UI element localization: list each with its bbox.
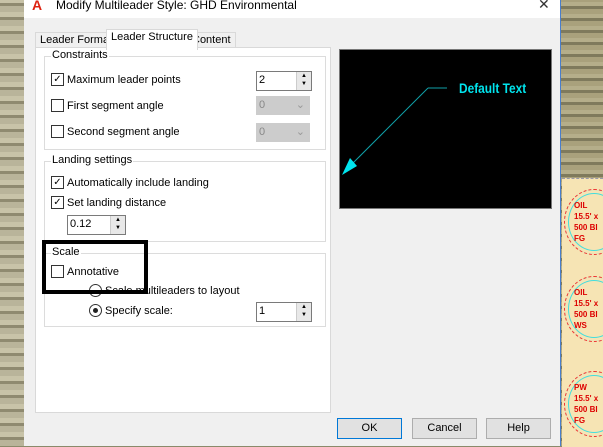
- group-label: Landing settings: [51, 154, 134, 166]
- second-segment-angle-dropdown[interactable]: 0 ⌄: [256, 123, 310, 142]
- leader-arrow-icon: [342, 87, 447, 175]
- second-segment-angle-checkbox[interactable]: Second segment angle: [51, 125, 180, 138]
- first-segment-angle-checkbox[interactable]: First segment angle: [51, 99, 164, 112]
- tab-panel: Constraints ✓ Maximum leader points 2 ▲ ▼ F…: [35, 47, 331, 413]
- preview-text: Default Text: [459, 80, 527, 96]
- map-tank: OIL 15.5' x 500 BI FG: [564, 189, 603, 255]
- title-bar: A Modify Multileader Style: GHD Environm…: [24, 0, 560, 18]
- label: First segment angle: [67, 99, 164, 112]
- label: Set landing distance: [67, 196, 167, 209]
- map-tank: PW 15.5' x 500 BI FG: [564, 371, 603, 437]
- annotation-highlight-box: [42, 240, 148, 294]
- radio-selected-icon: [89, 304, 102, 317]
- checkbox-icon: [51, 125, 64, 138]
- first-segment-angle-dropdown[interactable]: 0 ⌄: [256, 96, 310, 115]
- autocad-icon: A: [32, 0, 43, 13]
- value: 2: [259, 74, 266, 86]
- spin-arrows-icon[interactable]: ▲ ▼: [110, 216, 125, 234]
- close-icon[interactable]: ✕: [538, 0, 550, 13]
- max-leader-points-spinner[interactable]: 2 ▲ ▼: [256, 71, 312, 91]
- label: Maximum leader points: [67, 73, 181, 86]
- specify-scale-spinner[interactable]: 1 ▲ ▼: [256, 302, 312, 322]
- label: Specify scale:: [105, 304, 173, 317]
- value: 1: [259, 305, 266, 317]
- value: 0: [259, 99, 266, 111]
- modify-multileader-style-dialog: A Modify Multileader Style: GHD Environm…: [24, 0, 561, 446]
- checkbox-checked-icon: ✓: [51, 176, 64, 189]
- specify-scale-radio[interactable]: Specify scale:: [89, 304, 173, 317]
- landing-settings-group: Landing settings ✓ Automatically include …: [44, 154, 326, 242]
- spin-arrows-icon[interactable]: ▲ ▼: [296, 303, 311, 321]
- chevron-down-icon: ⌄: [295, 126, 305, 138]
- checkbox-checked-icon: ✓: [51, 196, 64, 209]
- help-button[interactable]: Help: [486, 418, 551, 439]
- auto-include-landing-checkbox[interactable]: ✓ Automatically include landing: [51, 176, 209, 189]
- checkbox-icon: [51, 99, 64, 112]
- ok-button[interactable]: OK: [337, 418, 402, 439]
- map-tank-area: OIL 15.5' x 500 BI FG OIL 15.5' x 500 BI WS PW…: [562, 178, 603, 447]
- chevron-down-icon: ⌄: [295, 99, 305, 111]
- window-title: Modify Multileader Style: GHD Environmen…: [56, 0, 297, 12]
- cancel-button[interactable]: Cancel: [412, 418, 477, 439]
- set-landing-distance-checkbox[interactable]: ✓ Set landing distance: [51, 196, 166, 209]
- spin-arrows-icon[interactable]: ▲ ▼: [296, 72, 311, 90]
- tab-leader-structure[interactable]: Leader Structure: [106, 29, 198, 50]
- group-label: Constraints: [51, 49, 109, 61]
- value: 0.12: [70, 218, 92, 230]
- max-leader-points-checkbox[interactable]: ✓ Maximum leader points: [51, 73, 181, 86]
- value: 0: [259, 126, 266, 138]
- checkbox-checked-icon: ✓: [51, 73, 64, 86]
- label: Automatically include landing: [67, 176, 209, 189]
- background-map-left: [0, 0, 24, 446]
- constraints-group: Constraints ✓ Maximum leader points 2 ▲ ▼ F…: [44, 49, 326, 150]
- landing-distance-spinner[interactable]: 0.12 ▲ ▼: [67, 215, 126, 235]
- leader-preview: Default Text: [339, 49, 552, 209]
- label: Second segment angle: [67, 125, 180, 138]
- map-tank: OIL 15.5' x 500 BI WS: [564, 276, 603, 342]
